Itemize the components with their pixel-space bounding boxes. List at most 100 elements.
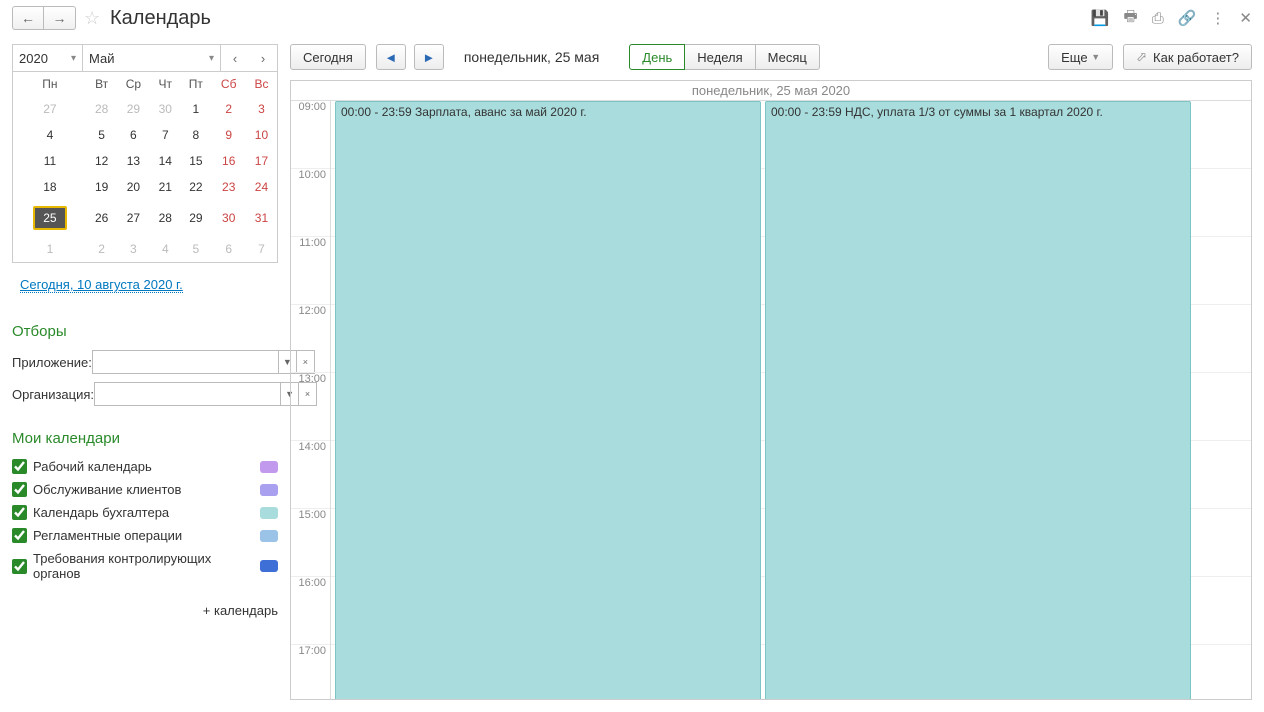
calendar-day[interactable]: 11 [13, 148, 87, 174]
calendar-day[interactable]: 20 [116, 174, 150, 200]
color-chip [260, 507, 278, 519]
app-filter-input[interactable] [93, 351, 278, 373]
calendar-day[interactable]: 30 [212, 200, 246, 236]
calendar-checkbox[interactable] [12, 528, 27, 543]
month-selector[interactable]: Май [83, 45, 221, 71]
calendar-item[interactable]: Рабочий календарь [12, 455, 278, 478]
calendar-day[interactable]: 2 [212, 96, 246, 122]
forward-button[interactable]: → [44, 6, 76, 30]
mini-calendar[interactable]: ПнВтСрЧтПтСбВс27282930123456789101112131… [12, 72, 278, 263]
calendar-day[interactable]: 4 [150, 236, 180, 262]
calendar-day[interactable]: 10 [246, 122, 277, 148]
color-chip [260, 461, 278, 473]
year-selector[interactable]: 2020 [13, 45, 83, 71]
calendar-day[interactable]: 23 [212, 174, 246, 200]
next-month-button[interactable]: › [249, 45, 277, 71]
calendar-day[interactable]: 4 [13, 122, 87, 148]
calendar-day[interactable]: 9 [212, 122, 246, 148]
today-button[interactable]: Сегодня [290, 44, 366, 70]
app-filter-combo[interactable]: ▼ × [92, 350, 315, 374]
view-day-button[interactable]: День [629, 44, 685, 70]
calendar-day[interactable]: 21 [150, 174, 180, 200]
calendar-day[interactable]: 17 [246, 148, 277, 174]
time-label: 12:00 [291, 305, 330, 373]
calendar-event[interactable]: 00:00 - 23:59 НДС, уплата 1/3 от суммы з… [765, 101, 1191, 700]
calendar-day[interactable]: 3 [246, 96, 277, 122]
more-icon[interactable]: ⋮ [1210, 9, 1225, 27]
calendar-item[interactable]: Требования контролирующих органов [12, 547, 278, 585]
org-filter-combo[interactable]: ▼ × [94, 382, 317, 406]
view-month-button[interactable]: Месяц [756, 44, 820, 70]
more-button[interactable]: Еще ▼ [1048, 44, 1113, 70]
calendar-day[interactable]: 8 [180, 122, 211, 148]
calendar-day[interactable]: 16 [212, 148, 246, 174]
calendar-day[interactable]: 14 [150, 148, 180, 174]
calendar-day[interactable]: 28 [87, 96, 117, 122]
preview-icon[interactable]: ⎙ [1152, 10, 1164, 27]
calendar-event[interactable]: 00:00 - 23:59 Зарплата, аванс за май 202… [335, 101, 761, 700]
link-icon[interactable]: 🔗 [1178, 9, 1197, 27]
calendar-checkbox[interactable] [12, 482, 27, 497]
calendar-day[interactable]: 18 [13, 174, 87, 200]
calendar-day[interactable]: 5 [180, 236, 211, 262]
calendar-day[interactable]: 13 [116, 148, 150, 174]
calendar-day[interactable]: 29 [180, 200, 211, 236]
calendar-day[interactable]: 1 [180, 96, 211, 122]
my-calendars-title: Мои календари [12, 430, 278, 447]
star-icon[interactable]: ☆ [84, 8, 104, 28]
view-week-button[interactable]: Неделя [685, 44, 755, 70]
calendar-item[interactable]: Регламентные операции [12, 524, 278, 547]
time-label: 10:00 [291, 169, 330, 237]
calendar-day[interactable]: 22 [180, 174, 211, 200]
calendar-day[interactable]: 6 [212, 236, 246, 262]
external-icon: ⬀ [1136, 49, 1147, 65]
prev-month-button[interactable]: ‹ [221, 45, 249, 71]
calendar-checkbox[interactable] [12, 505, 27, 520]
calendar-day[interactable]: 5 [87, 122, 117, 148]
day-header: Вт [87, 72, 117, 96]
day-header: Пт [180, 72, 211, 96]
day-header: Вс [246, 72, 277, 96]
calendar-day[interactable]: 28 [150, 200, 180, 236]
color-chip [260, 530, 278, 542]
print-icon[interactable]: 🖶 [1124, 6, 1138, 31]
calendar-day[interactable]: 25 [13, 200, 87, 236]
calendar-day[interactable]: 19 [87, 174, 117, 200]
calendar-label: Обслуживание клиентов [33, 482, 260, 497]
today-link[interactable]: Сегодня, 10 августа 2020 г. [20, 277, 183, 293]
calendar-day[interactable]: 27 [116, 200, 150, 236]
calendar-checkbox[interactable] [12, 559, 27, 574]
calendar-day[interactable]: 3 [116, 236, 150, 262]
calendar-checkbox[interactable] [12, 459, 27, 474]
day-heading: понедельник, 25 мая 2020 [291, 81, 1251, 101]
add-calendar-link[interactable]: + календарь [12, 603, 278, 618]
calendar-day[interactable]: 29 [116, 96, 150, 122]
calendar-day[interactable]: 7 [150, 122, 180, 148]
calendar-day[interactable]: 24 [246, 174, 277, 200]
calendar-day[interactable]: 30 [150, 96, 180, 122]
save-icon[interactable]: 💾 [1091, 9, 1110, 27]
calendar-day[interactable]: 12 [87, 148, 117, 174]
next-day-button[interactable]: ► [414, 44, 444, 70]
calendar-label: Рабочий календарь [33, 459, 260, 474]
calendar-item[interactable]: Календарь бухгалтера [12, 501, 278, 524]
prev-day-button[interactable]: ◄ [376, 44, 406, 70]
close-icon[interactable]: ✕ [1239, 9, 1252, 27]
calendar-day[interactable]: 7 [246, 236, 277, 262]
calendar-view[interactable]: понедельник, 25 мая 2020 09:0010:0011:00… [290, 80, 1252, 700]
calendar-day[interactable]: 26 [87, 200, 117, 236]
calendar-day[interactable]: 15 [180, 148, 211, 174]
calendar-day[interactable]: 6 [116, 122, 150, 148]
calendar-day[interactable]: 1 [13, 236, 87, 262]
calendar-day[interactable]: 2 [87, 236, 117, 262]
help-button[interactable]: ⬀Как работает? [1123, 44, 1252, 70]
calendar-label: Требования контролирующих органов [33, 551, 260, 581]
filters-title: Отборы [12, 323, 278, 340]
time-label: 11:00 [291, 237, 330, 305]
calendar-day[interactable]: 27 [13, 96, 87, 122]
calendar-item[interactable]: Обслуживание клиентов [12, 478, 278, 501]
org-filter-label: Организация: [12, 387, 94, 402]
calendar-day[interactable]: 31 [246, 200, 277, 236]
org-filter-input[interactable] [95, 383, 280, 405]
back-button[interactable]: ← [12, 6, 44, 30]
